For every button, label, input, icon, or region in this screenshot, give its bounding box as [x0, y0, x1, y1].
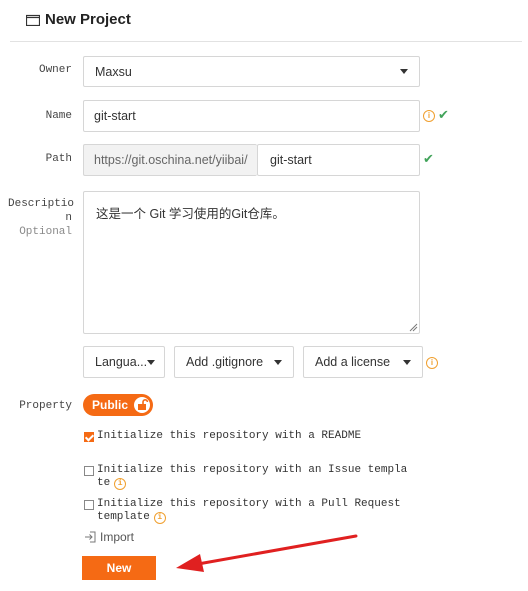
new-project-button[interactable]: New — [82, 556, 156, 580]
visibility-toggle-public[interactable]: Public — [83, 394, 154, 416]
import-label: Import — [100, 530, 135, 544]
folder-icon — [26, 14, 40, 26]
gitignore-select[interactable]: Add .gitignore — [174, 346, 294, 378]
pr-template-label-line1: Initialize this repository with a Pull R… — [97, 498, 401, 510]
license-select[interactable]: Add a license — [303, 346, 423, 378]
description-value: 这是一个 Git 学习使用的Git仓库。 — [96, 207, 285, 221]
info-icon[interactable]: i — [423, 110, 435, 122]
gitignore-select-value: Add .gitignore — [186, 355, 264, 369]
unlock-icon — [134, 397, 151, 413]
info-icon[interactable]: i — [114, 477, 127, 490]
page-title: New Project — [45, 11, 131, 28]
description-optional-hint: Optional — [19, 226, 72, 238]
property-label: Property — [19, 400, 72, 412]
pr-template-checkbox-label: Initialize this repository with a Pull R… — [97, 498, 401, 524]
name-label: Name — [45, 110, 72, 122]
info-icon[interactable]: i — [153, 511, 166, 524]
pr-template-label-line2: template — [97, 511, 150, 523]
annotation-arrow-icon — [176, 534, 358, 572]
header-divider — [10, 41, 522, 42]
readme-checkbox[interactable] — [84, 432, 94, 442]
language-select-value: Langua... — [95, 355, 148, 369]
import-link[interactable]: Import — [84, 530, 134, 544]
chevron-down-icon — [274, 359, 282, 365]
pr-template-checkbox[interactable] — [84, 500, 94, 510]
path-prefix: https://git.oschina.net/yiibai/ — [83, 144, 257, 176]
chevron-down-icon — [403, 359, 411, 365]
issue-template-checkbox-label: Initialize this repository with an Issue… — [97, 464, 407, 490]
check-icon: ✔ — [438, 107, 449, 122]
issue-template-checkbox[interactable] — [84, 466, 94, 476]
path-input[interactable]: git-start — [257, 144, 420, 176]
import-icon — [85, 531, 96, 543]
license-select-value: Add a license — [315, 355, 391, 369]
language-select[interactable]: Langua... — [83, 346, 165, 378]
visibility-label: Public — [92, 398, 129, 412]
owner-label: Owner — [38, 64, 72, 76]
issue-template-label-line2: te — [97, 477, 111, 489]
check-icon: ✔ — [423, 151, 434, 166]
owner-select-value: Maxsu — [95, 64, 132, 79]
owner-select[interactable]: Maxsu — [83, 56, 420, 87]
path-label: Path — [45, 153, 72, 165]
description-textarea[interactable]: 这是一个 Git 学习使用的Git仓库。 — [83, 191, 420, 334]
description-label-line1: Descriptio — [8, 198, 75, 210]
description-label: Descriptio n Optional — [8, 197, 75, 239]
chevron-down-icon — [147, 359, 156, 365]
name-input[interactable]: git-start — [83, 100, 420, 132]
description-label-line2: n — [65, 212, 72, 224]
info-icon[interactable]: i — [426, 357, 438, 369]
resize-handle-icon[interactable] — [409, 323, 418, 332]
issue-template-label-line1: Initialize this repository with an Issue… — [97, 464, 408, 476]
readme-checkbox-label: Initialize this repository with a README — [97, 430, 362, 442]
page-header: New Project — [26, 11, 131, 28]
chevron-down-icon — [400, 69, 408, 74]
